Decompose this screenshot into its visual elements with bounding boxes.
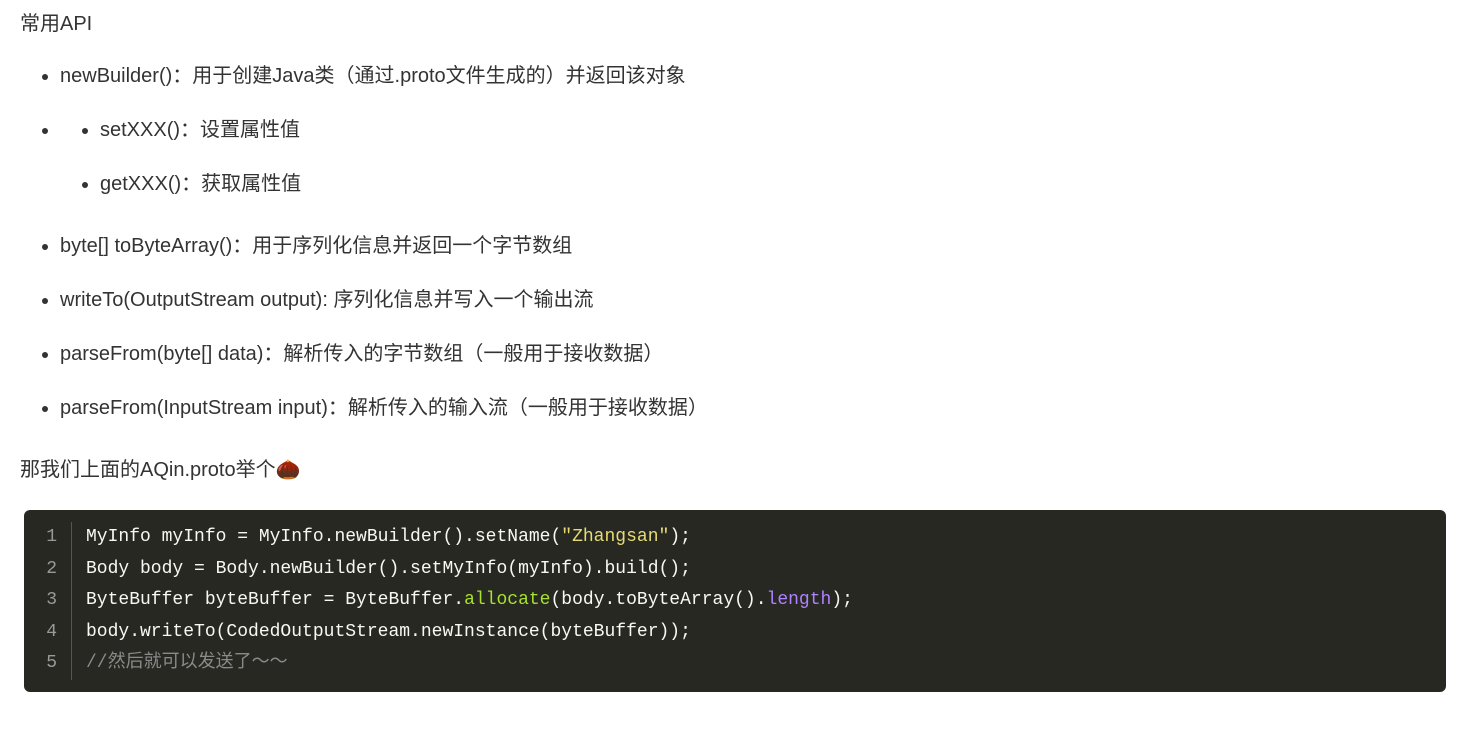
list-item: byte[] toByteArray()：用于序列化信息并返回一个字节数组 (60, 230, 1450, 262)
list-item: writeTo(OutputStream output): 序列化信息并写入一个… (60, 284, 1450, 316)
code-line: 2 Body body = Body.newBuilder().setMyInfo… (24, 554, 1446, 586)
code-line: 4 body.writeTo(CodedOutputStream.newInsta… (24, 617, 1446, 649)
line-number: 4 (24, 617, 72, 649)
code-line: 3 ByteBuffer byteBuffer = ByteBuffer.allo… (24, 585, 1446, 617)
code-text: MyInfo myInfo = MyInfo.newBuilder().setN… (86, 522, 691, 554)
list-item: newBuilder()：用于创建Java类（通过.proto文件生成的）并返回… (60, 60, 1450, 92)
section-heading: 常用API (20, 8, 1450, 40)
api-list-outer: newBuilder()：用于创建Java类（通过.proto文件生成的）并返回… (20, 60, 1450, 200)
code-text: //然后就可以发送了～～ (86, 648, 288, 680)
api-list-inner: setXXX()：设置属性值 getXXX()：获取属性值 (60, 114, 1450, 200)
code-line: 1 MyInfo myInfo = MyInfo.newBuilder().set… (24, 522, 1446, 554)
list-item: parseFrom(InputStream input)：解析传入的输入流（一般… (60, 392, 1450, 424)
line-number: 1 (24, 522, 72, 554)
list-item-nested: setXXX()：设置属性值 getXXX()：获取属性值 (60, 114, 1450, 200)
code-line: 5 //然后就可以发送了～～ (24, 648, 1446, 680)
api-list-bottom: byte[] toByteArray()：用于序列化信息并返回一个字节数组 wr… (20, 230, 1450, 424)
line-number: 2 (24, 554, 72, 586)
code-block: 1 MyInfo myInfo = MyInfo.newBuilder().set… (24, 510, 1446, 692)
paragraph-text: 那我们上面的AQin.proto举个🌰 (20, 454, 1450, 486)
list-item: parseFrom(byte[] data)：解析传入的字节数组（一般用于接收数… (60, 338, 1450, 370)
code-text: ByteBuffer byteBuffer = ByteBuffer.alloc… (86, 585, 853, 617)
code-text: Body body = Body.newBuilder().setMyInfo(… (86, 554, 691, 586)
line-number: 3 (24, 585, 72, 617)
list-item: setXXX()：设置属性值 (100, 114, 1450, 146)
code-text: body.writeTo(CodedOutputStream.newInstan… (86, 617, 691, 649)
line-number: 5 (24, 648, 72, 680)
list-item: getXXX()：获取属性值 (100, 168, 1450, 200)
